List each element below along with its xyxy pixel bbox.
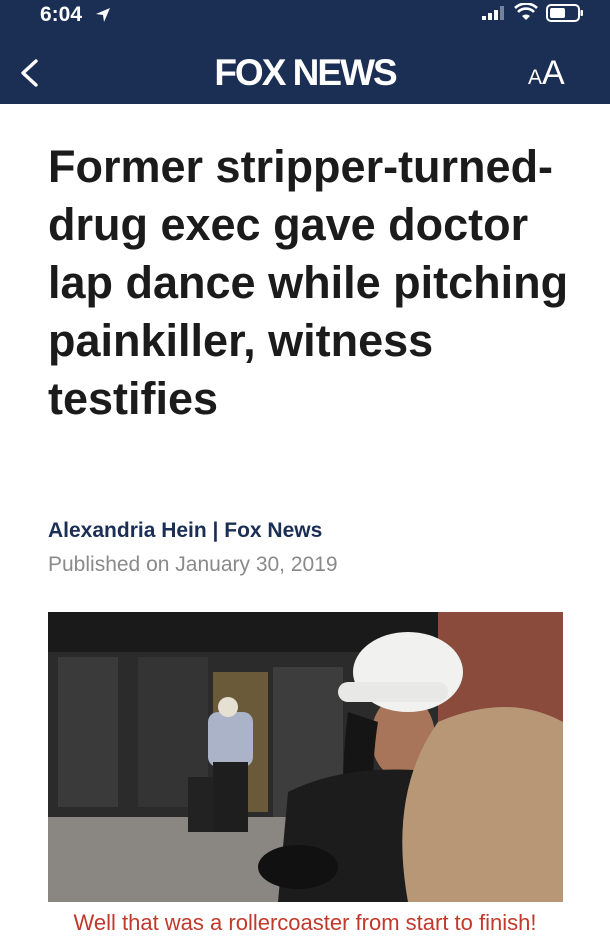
text-size-small-glyph: A bbox=[528, 66, 543, 89]
location-arrow-icon bbox=[96, 8, 110, 22]
signal-icon bbox=[482, 6, 504, 20]
article-byline[interactable]: Alexandria Hein | Fox News bbox=[48, 519, 322, 543]
image-caption: Well that was a rollercoaster from start… bbox=[73, 910, 537, 935]
publish-date: January 30, 2019 bbox=[175, 553, 338, 576]
brand-logo: FOX NEWS bbox=[214, 52, 397, 93]
text-size-button[interactable]: AA bbox=[528, 54, 565, 93]
battery-icon bbox=[546, 4, 583, 22]
article-headline: Former stripper-turned-drug exec gave do… bbox=[48, 141, 569, 424]
article-publish-date: Published on January 30, 2019 bbox=[48, 553, 338, 577]
article-photo-image bbox=[48, 612, 563, 902]
status-time: 6:04 bbox=[40, 3, 83, 26]
wifi-icon bbox=[514, 3, 538, 20]
app-header: 6:04 FOX NEWS AA bbox=[0, 0, 610, 104]
text-size-large-glyph: A bbox=[542, 54, 565, 92]
status-bar: 6:04 bbox=[0, 0, 610, 30]
publish-prefix: Published on bbox=[48, 553, 170, 576]
article-photo[interactable] bbox=[48, 612, 563, 902]
